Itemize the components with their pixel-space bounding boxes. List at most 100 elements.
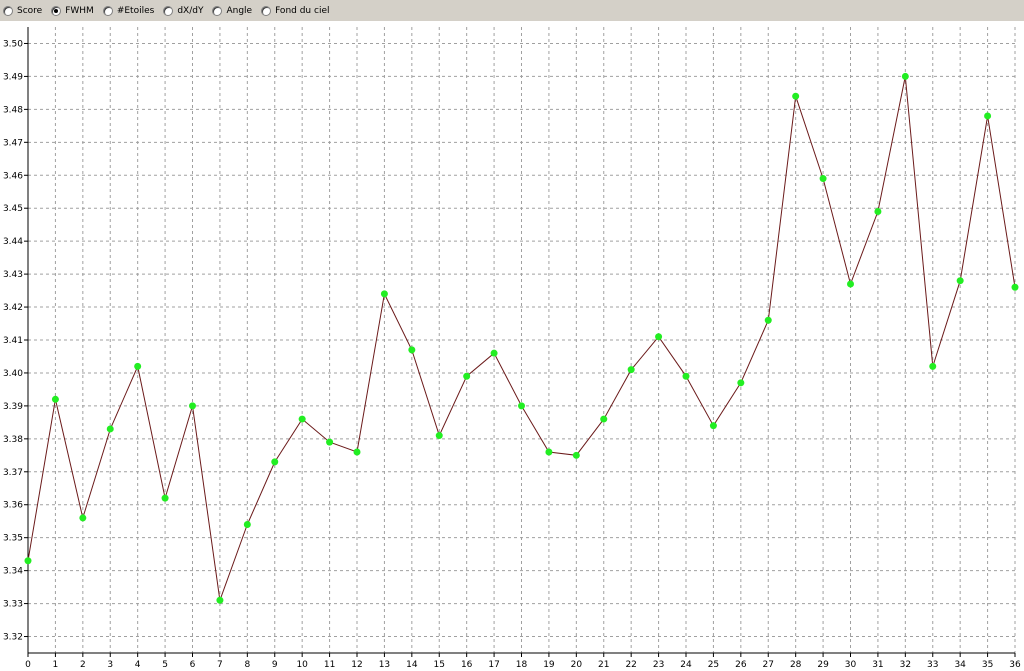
radio-etoiles[interactable]: #Etoiles [102, 5, 155, 16]
y-tick-label: 3.34 [3, 567, 23, 577]
data-point [298, 415, 306, 423]
x-tick-label: 22 [625, 660, 636, 670]
radio-button-icon[interactable] [51, 5, 62, 16]
x-tick-label: 36 [1009, 660, 1021, 670]
radio-fond-du-ciel[interactable]: Fond du ciel [261, 5, 329, 16]
data-point [435, 432, 443, 440]
radio-fwhm-label[interactable]: FWHM [65, 6, 94, 16]
x-tick-label: 16 [461, 660, 473, 670]
x-tick-label: 17 [488, 660, 499, 670]
x-tick-label: 13 [379, 660, 390, 670]
chart-area: 0 1 2 3 4 5 6 7 8 9 10 11 12 13 14 15 16 17 18 19 20 21 22 23 24… [0, 21, 1024, 671]
x-tick-label: 21 [598, 660, 609, 670]
x-tick-label: 4 [135, 660, 141, 670]
x-tick-label: 35 [982, 660, 993, 670]
x-tick-label: 7 [217, 660, 223, 670]
radio-etoiles-label[interactable]: #Etoiles [117, 6, 155, 16]
radio-score-label[interactable]: Score [17, 6, 42, 16]
radio-score[interactable]: Score [3, 5, 42, 16]
x-tick-label: 23 [653, 660, 664, 670]
radio-angle[interactable]: Angle [212, 5, 252, 16]
data-point [545, 448, 553, 456]
x-tick-label: 18 [516, 660, 528, 670]
y-tick-label: 3.40 [3, 369, 23, 379]
data-point [929, 362, 937, 370]
y-tick-label: 3.33 [3, 600, 23, 610]
radio-fwhm[interactable]: FWHM [51, 5, 94, 16]
data-point [655, 333, 663, 341]
data-point [490, 349, 498, 357]
y-tick-label: 3.49 [3, 72, 23, 82]
data-point [79, 514, 87, 522]
y-tick-label: 3.46 [3, 171, 23, 181]
data-point [792, 92, 800, 100]
data-point [984, 112, 992, 120]
data-point [956, 277, 964, 285]
radio-button-icon[interactable] [163, 5, 174, 16]
x-tick-label: 14 [406, 660, 418, 670]
data-point [106, 425, 114, 433]
x-tick-label: 12 [351, 660, 362, 670]
data-point [408, 346, 416, 354]
y-tick-label: 3.44 [3, 237, 23, 247]
data-point [243, 521, 251, 529]
x-tick-label: 11 [324, 660, 335, 670]
x-tick-label: 34 [954, 660, 966, 670]
data-point [518, 402, 525, 410]
y-tick-label: 3.41 [3, 336, 23, 346]
data-point [819, 175, 827, 183]
y-tick-label: 3.32 [3, 633, 23, 643]
y-tick-label: 3.35 [3, 534, 23, 544]
data-point [380, 290, 388, 298]
data-point [51, 395, 59, 403]
x-tick-label: 2 [80, 660, 86, 670]
x-tick-label: 29 [817, 660, 829, 670]
data-point [161, 494, 169, 502]
data-point [764, 316, 772, 324]
radio-button-icon[interactable] [261, 5, 272, 16]
data-point [874, 208, 882, 216]
radio-fond-du-ciel-label[interactable]: Fond du ciel [275, 6, 329, 16]
radio-button-icon[interactable] [3, 5, 13, 16]
x-tick-label: 0 [25, 660, 31, 670]
data-point [134, 362, 142, 370]
x-tick-label: 28 [790, 660, 802, 670]
y-tick-label: 3.50 [3, 39, 23, 49]
fwhm-line-chart: 0 1 2 3 4 5 6 7 8 9 10 11 12 13 14 15 16 17 18 19 20 21 22 23 24… [3, 27, 1021, 670]
data-point [627, 366, 635, 374]
y-tick-label: 3.47 [3, 138, 23, 148]
radio-dxdy-label[interactable]: dX/dY [177, 6, 203, 16]
data-point [326, 438, 334, 446]
data-point [24, 557, 32, 565]
x-tick-label: 5 [162, 660, 168, 670]
data-point [737, 379, 745, 387]
x-tick-label: 1 [53, 660, 59, 670]
data-point [709, 422, 717, 430]
y-tick-label: 3.42 [3, 303, 23, 313]
x-tick-label: 33 [927, 660, 938, 670]
x-tick-label: 30 [845, 660, 857, 670]
x-tick-label: 32 [900, 660, 911, 670]
data-point [847, 280, 854, 288]
data-point [1011, 283, 1019, 291]
x-tick-label: 6 [190, 660, 196, 670]
x-tick-label: 15 [434, 660, 445, 670]
radio-button-icon[interactable] [102, 5, 113, 16]
data-point [353, 448, 361, 456]
x-tick-label: 31 [872, 660, 883, 670]
y-tick-label: 3.39 [3, 402, 23, 412]
y-tick-label: 3.38 [3, 435, 23, 445]
data-point [271, 458, 279, 466]
radio-button-icon[interactable] [212, 5, 223, 16]
x-tick-label: 3 [107, 660, 113, 670]
data-point [189, 402, 196, 410]
radio-dxdy[interactable]: dX/dY [163, 5, 203, 16]
data-point [682, 372, 690, 380]
data-point [600, 415, 608, 423]
y-tick-label: 3.36 [3, 501, 23, 511]
x-tick-label: 20 [571, 660, 583, 670]
x-tick-label: 27 [763, 660, 774, 670]
data-point [572, 451, 580, 459]
radio-angle-label[interactable]: Angle [226, 6, 252, 16]
x-tick-label: 19 [543, 660, 555, 670]
